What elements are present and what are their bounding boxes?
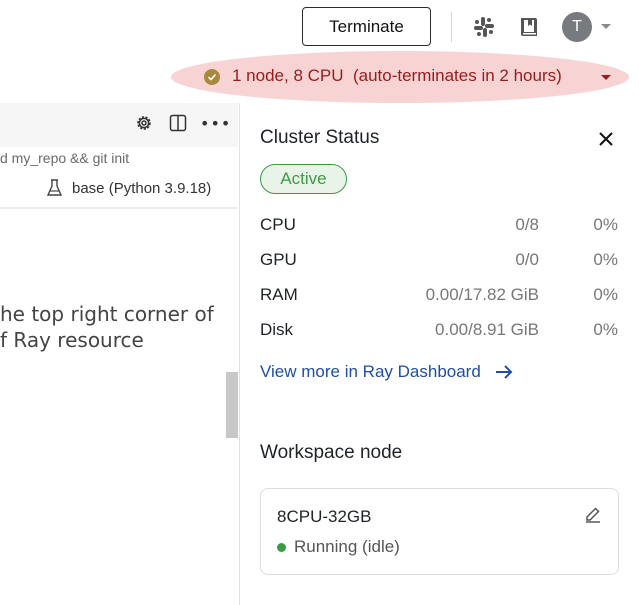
chevron-down-icon[interactable] <box>601 75 611 80</box>
workspace-node-title: Workspace node <box>260 442 403 463</box>
pencil-icon[interactable] <box>584 505 602 523</box>
resource-name: CPU <box>260 215 296 234</box>
close-icon[interactable] <box>598 131 614 147</box>
kernel-label: base (Python 3.9.18) <box>72 179 212 197</box>
resource-row: RAM 0.00/17.82 GiB 0% <box>260 285 620 307</box>
check-icon <box>204 69 220 85</box>
status-dot <box>277 543 286 552</box>
resource-row: Disk 0.00/8.91 GiB 0% <box>260 320 620 342</box>
header-divider <box>451 12 452 42</box>
more-options-icon[interactable]: ••• <box>200 116 231 132</box>
chevron-down-icon[interactable] <box>601 24 611 29</box>
resource-usage: 0/8 <box>515 215 539 234</box>
resource-percent: 0% <box>593 250 618 269</box>
slack-icon[interactable] <box>473 16 495 38</box>
resource-percent: 0% <box>593 285 618 304</box>
editor-divider <box>0 207 238 209</box>
resource-row: CPU 0/8 0% <box>260 215 620 237</box>
kernel-selector[interactable]: base (Python 3.9.18) <box>46 179 211 197</box>
resource-name: GPU <box>260 250 297 269</box>
panel-title: Cluster Status <box>260 127 380 148</box>
scrollbar-thumb[interactable] <box>226 372 238 438</box>
markdown-text-line: he top right corner of <box>0 302 214 326</box>
terminal-command: d my_repo && git init <box>0 150 130 166</box>
avatar[interactable]: T <box>562 12 592 42</box>
resource-row: GPU 0/0 0% <box>260 250 620 272</box>
resource-usage: 0/0 <box>515 250 539 269</box>
node-status: Running (idle) <box>294 537 400 556</box>
cluster-status-pill[interactable]: 1 node, 8 CPU (auto-terminates in 2 hour… <box>171 51 629 103</box>
resource-percent: 0% <box>593 215 618 234</box>
cluster-summary-label: 1 node, 8 CPU (auto-terminates in 2 hour… <box>232 66 562 85</box>
resource-percent: 0% <box>593 320 618 339</box>
ray-dashboard-link-label: View more in Ray Dashboard <box>260 362 481 381</box>
resource-name: RAM <box>260 285 298 304</box>
flask-icon <box>46 179 63 196</box>
gear-icon[interactable] <box>134 113 154 133</box>
split-view-icon[interactable] <box>169 114 187 132</box>
panel-divider <box>239 103 240 605</box>
markdown-text-line: f Ray resource <box>0 328 144 352</box>
arrow-right-icon <box>495 365 513 379</box>
workspace-node-card: 8CPU-32GB Running (idle) <box>260 488 619 575</box>
terminate-button[interactable]: Terminate <box>302 7 431 46</box>
resource-usage: 0.00/8.91 GiB <box>435 320 539 339</box>
book-icon[interactable] <box>518 16 540 38</box>
resource-usage: 0.00/17.82 GiB <box>425 285 539 304</box>
status-badge: Active <box>260 164 347 194</box>
node-type: 8CPU-32GB <box>277 507 372 526</box>
ray-dashboard-link[interactable]: View more in Ray Dashboard <box>260 362 514 382</box>
resource-name: Disk <box>260 320 294 339</box>
